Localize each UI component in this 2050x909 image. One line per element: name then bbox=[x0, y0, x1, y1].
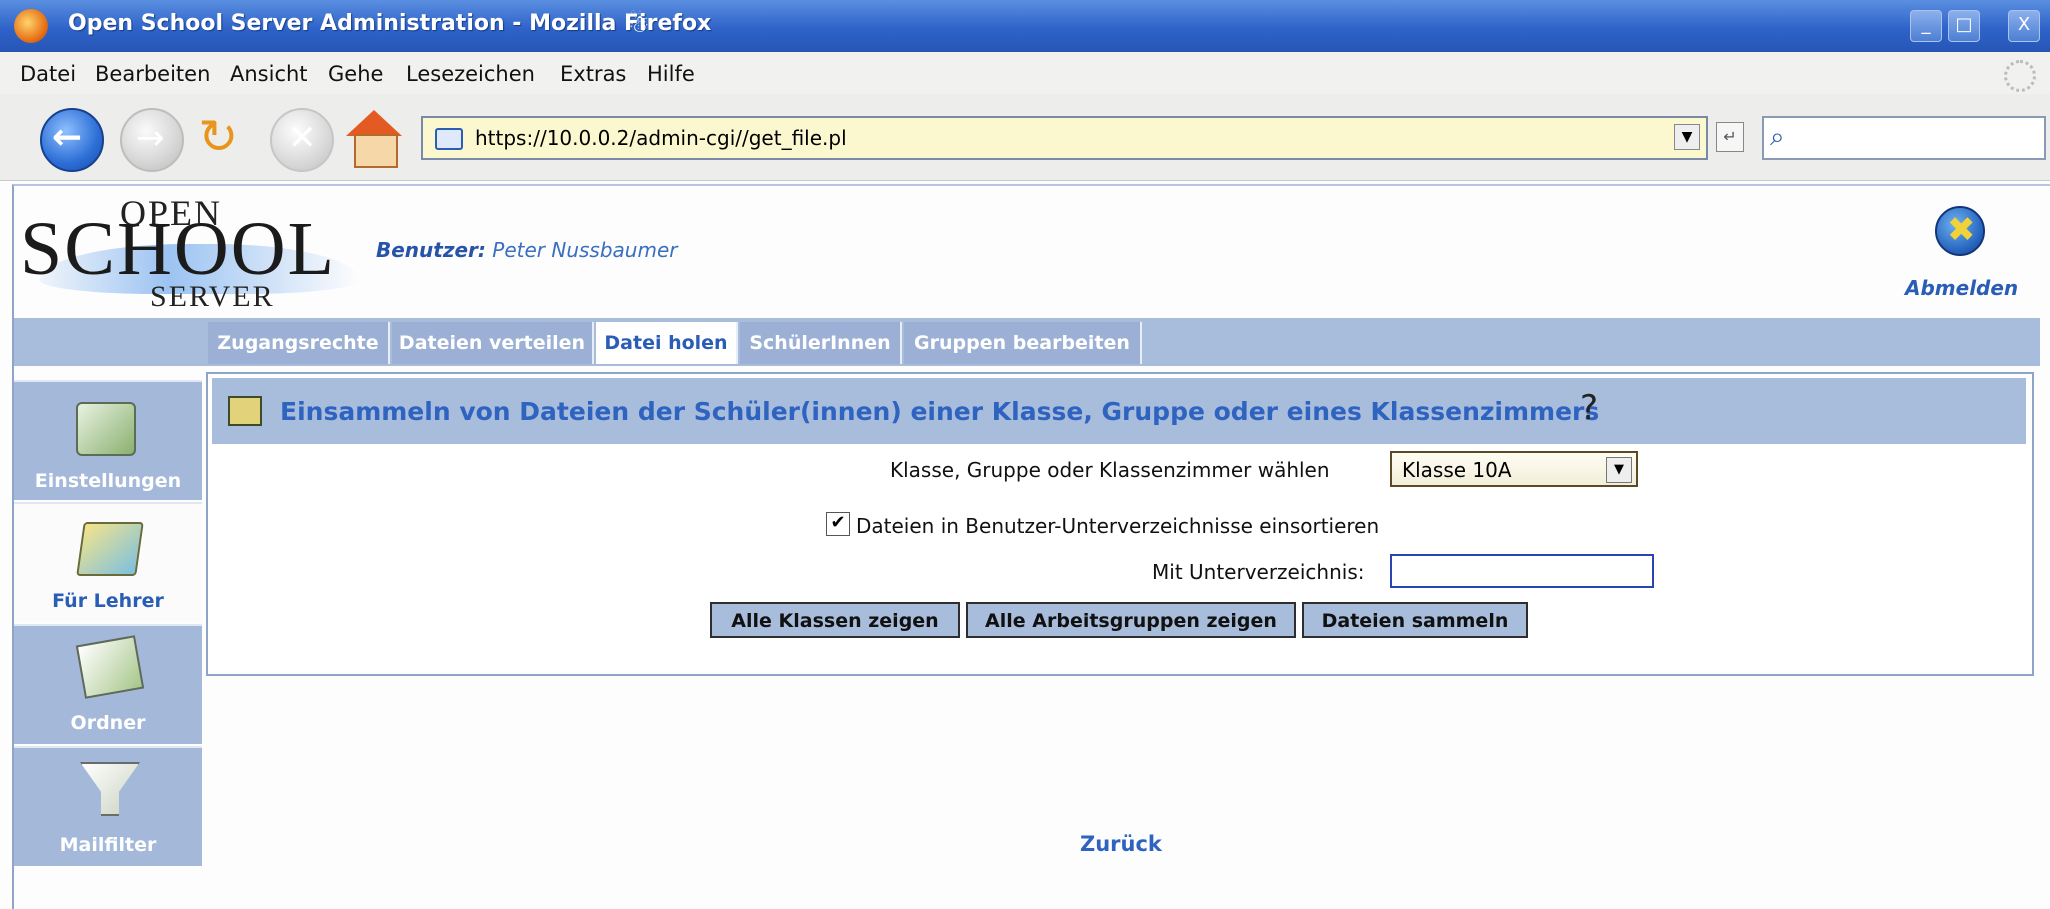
user-name: Peter Nussbaumer bbox=[492, 238, 678, 262]
subdir-label: Mit Unterverzeichnis: bbox=[1152, 560, 1365, 584]
folder-icon bbox=[75, 635, 145, 699]
navigation-toolbar: ← → ↻ ✕ https://10.0.0.2/admin-cgi//get_… bbox=[0, 94, 2050, 181]
throbber-icon bbox=[2004, 60, 2036, 92]
menu-extras[interactable]: Extras bbox=[560, 62, 626, 86]
menu-bearbeiten[interactable]: Bearbeiten bbox=[95, 62, 210, 86]
tab-zugangsrechte[interactable]: Zugangsrechte bbox=[208, 322, 390, 364]
user-info: Benutzer: Peter Nussbaumer bbox=[376, 238, 678, 262]
forward-button[interactable]: → bbox=[120, 108, 184, 172]
back-button[interactable]: ← bbox=[40, 108, 104, 172]
menu-hilfe[interactable]: Hilfe bbox=[647, 62, 695, 86]
home-body bbox=[354, 134, 398, 168]
restore-button[interactable]: □ bbox=[1948, 10, 1980, 42]
subdir-field[interactable] bbox=[1390, 554, 1654, 588]
select-value: Klasse 10A bbox=[1402, 458, 1512, 482]
back-link[interactable]: Zurück bbox=[1080, 832, 1162, 856]
close-window-button[interactable]: X bbox=[2008, 10, 2040, 42]
url-dropdown-button[interactable]: ▼ bbox=[1674, 124, 1700, 150]
url-bar[interactable]: https://10.0.0.2/admin-cgi//get_file.pl … bbox=[421, 116, 1708, 160]
window-titlebar: Open School Server Administration - Mozi… bbox=[0, 0, 2050, 52]
menu-bar: Datei Bearbeiten Ansicht Gehe Lesezeiche… bbox=[0, 52, 2050, 95]
class-group-select[interactable]: Klasse 10A ▼ bbox=[1390, 451, 1638, 487]
teacher-icon bbox=[76, 522, 144, 576]
page-favicon-icon bbox=[435, 128, 463, 150]
sidebar-item-ordner[interactable]: Ordner bbox=[14, 624, 202, 744]
mailfilter-icon bbox=[80, 762, 140, 816]
show-classes-button[interactable]: Alle Klassen zeigen bbox=[710, 602, 960, 638]
sort-into-subdirs-checkbox[interactable]: ✔ bbox=[826, 512, 850, 536]
window-title-glyph: ☃ bbox=[628, 10, 650, 38]
open-school-server-logo: OPEN SCHOOL SERVER bbox=[20, 186, 360, 313]
go-button[interactable]: ↵ bbox=[1716, 122, 1744, 152]
sidebar-item-label: Mailfilter bbox=[59, 834, 157, 856]
menu-lesezeichen[interactable]: Lesezeichen bbox=[406, 62, 535, 86]
menu-gehe[interactable]: Gehe bbox=[328, 62, 383, 86]
stop-button[interactable]: ✕ bbox=[270, 108, 334, 172]
tab-schuelerinnen[interactable]: SchülerInnen bbox=[740, 322, 902, 364]
chevron-down-icon: ▼ bbox=[1606, 457, 1632, 483]
home-icon[interactable] bbox=[346, 110, 402, 168]
page-title: Einsammeln von Dateien der Schüler(innen… bbox=[280, 397, 1600, 426]
tab-datei-holen[interactable]: Datei holen bbox=[596, 322, 738, 364]
book-icon bbox=[228, 396, 262, 426]
forward-arrow-icon: → bbox=[136, 118, 165, 158]
logout-icon[interactable]: ✖ bbox=[1935, 206, 1985, 256]
help-icon[interactable]: ? bbox=[1580, 388, 1598, 428]
collect-files-button[interactable]: Dateien sammeln bbox=[1302, 602, 1528, 638]
menu-datei[interactable]: Datei bbox=[20, 62, 76, 86]
show-groups-button[interactable]: Alle Arbeitsgruppen zeigen bbox=[966, 602, 1296, 638]
section-heading: Einsammeln von Dateien der Schüler(innen… bbox=[212, 378, 2026, 444]
home-roof bbox=[346, 110, 402, 136]
search-input[interactable]: ⌕ bbox=[1762, 116, 2046, 160]
settings-icon bbox=[76, 402, 136, 456]
sidebar-item-label: Ordner bbox=[70, 712, 146, 734]
sidebar-item-label: Einstellungen bbox=[34, 470, 182, 492]
window-title: Open School Server Administration - Mozi… bbox=[68, 11, 712, 36]
reload-icon[interactable]: ↻ bbox=[198, 108, 238, 166]
menu-ansicht[interactable]: Ansicht bbox=[230, 62, 308, 86]
minimize-button[interactable]: _ bbox=[1910, 10, 1942, 42]
sidebar-item-einstellungen[interactable]: Einstellungen bbox=[14, 380, 202, 500]
sidebar-item-fuer-lehrer[interactable]: Für Lehrer bbox=[14, 502, 202, 622]
tab-gruppen-bearbeiten[interactable]: Gruppen bearbeiten bbox=[904, 322, 1142, 364]
select-label: Klasse, Gruppe oder Klassenzimmer wählen bbox=[890, 458, 1330, 482]
logout-link[interactable]: Abmelden bbox=[1905, 276, 2018, 300]
search-engine-icon[interactable]: ⌕ bbox=[1770, 122, 1785, 153]
url-text: https://10.0.0.2/admin-cgi//get_file.pl bbox=[475, 126, 847, 150]
firefox-logo-icon bbox=[14, 9, 48, 43]
stop-icon: ✕ bbox=[288, 118, 317, 158]
sidebar-item-mailfilter[interactable]: Mailfilter bbox=[14, 746, 202, 866]
sidebar-item-label: Für Lehrer bbox=[52, 590, 164, 612]
logo-line-server: SERVER bbox=[150, 280, 275, 313]
tab-dateien-verteilen[interactable]: Dateien verteilen bbox=[392, 322, 594, 364]
user-label: Benutzer: bbox=[376, 238, 486, 262]
checkbox-label: Dateien in Benutzer-Unterverzeichnisse e… bbox=[856, 514, 1380, 538]
logout-x-glyph: ✖ bbox=[1947, 210, 1976, 250]
back-arrow-icon: ← bbox=[52, 117, 83, 158]
